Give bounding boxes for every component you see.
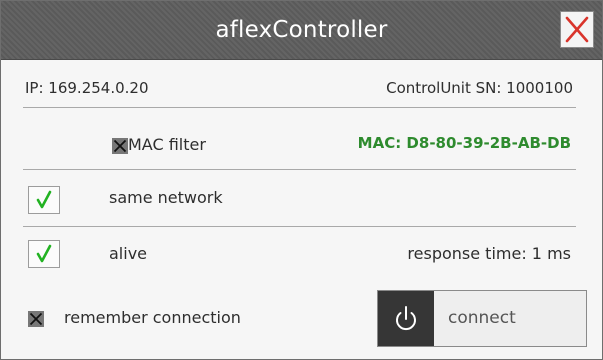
close-icon [565, 16, 589, 43]
window-title: aflexController [215, 17, 388, 43]
mac-filter-checkbox[interactable] [112, 138, 128, 154]
same-network-checkbox[interactable] [28, 186, 60, 214]
checkmark-icon [36, 190, 52, 209]
aflexcontroller-window: aflexController IP: 169.254.0.20 Control… [0, 0, 603, 360]
divider [23, 107, 576, 108]
connect-button[interactable]: connect [377, 290, 587, 347]
checkmark-icon [36, 244, 52, 263]
power-tile [378, 291, 434, 346]
response-time-label: response time: 1 ms [407, 244, 571, 263]
mac-filter-label: MAC filter [128, 135, 206, 154]
power-icon [396, 306, 416, 331]
control-unit-serial-label: ControlUnit SN: 1000100 [386, 79, 573, 97]
alive-label: alive [109, 244, 148, 263]
divider [23, 169, 576, 170]
remember-connection-checkbox[interactable] [28, 311, 44, 327]
close-button[interactable] [560, 11, 594, 48]
ip-address-label: IP: 169.254.0.20 [25, 79, 149, 97]
alive-checkbox[interactable] [28, 240, 60, 268]
divider [23, 226, 576, 227]
x-box-icon [112, 138, 128, 154]
title-bar[interactable]: aflexController [1, 1, 602, 60]
x-box-icon [28, 311, 44, 327]
mac-address-value: MAC: D8-80-39-2B-AB-DB [357, 134, 571, 152]
remember-connection-label: remember connection [64, 308, 241, 327]
same-network-label: same network [109, 188, 223, 207]
connect-label: connect [448, 308, 516, 328]
